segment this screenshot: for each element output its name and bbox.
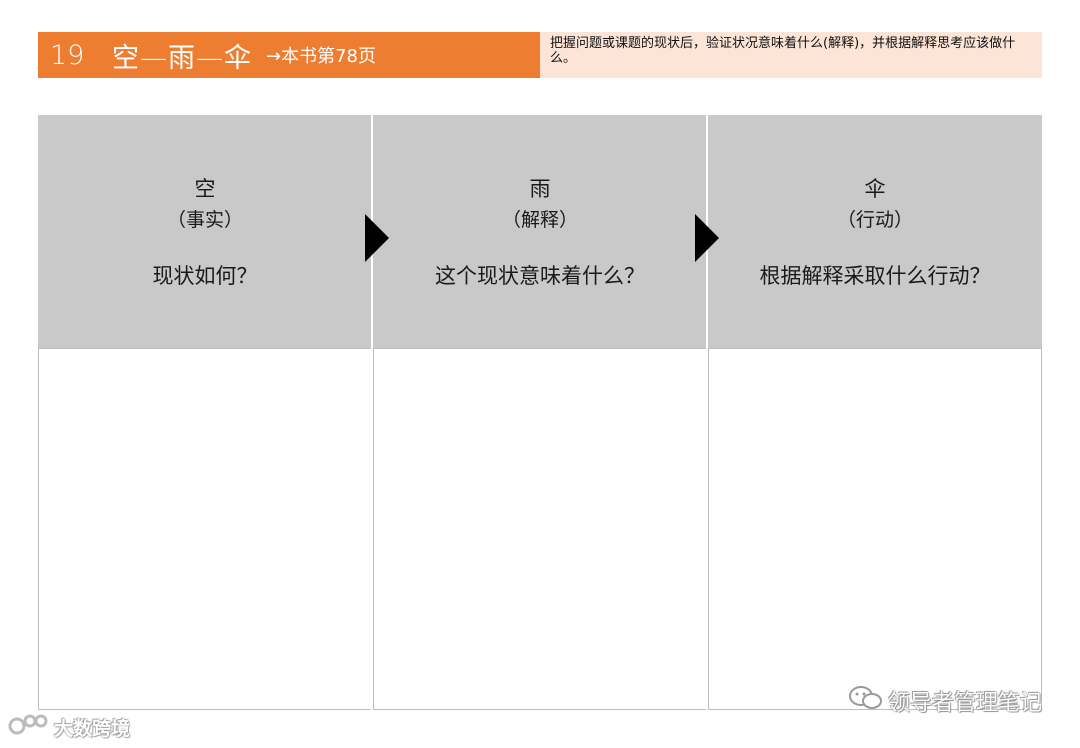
header-title-block: 19 空—雨—伞 →本书第78页 <box>38 32 540 78</box>
column-rain: 雨 （解释） 这个现状意味着什么？ <box>373 115 707 710</box>
column-umbrella-header: 伞 （行动） 根据解释采取什么行动？ <box>708 115 1042 348</box>
column-divider <box>371 115 373 710</box>
logo-icon <box>8 712 50 743</box>
column-umbrella-input-area[interactable] <box>708 348 1042 710</box>
column-rain-header: 雨 （解释） 这个现状意味着什么？ <box>373 115 707 348</box>
column-sky-subtitle: （事实） <box>166 209 243 231</box>
column-sky: 空 （事实） 现状如何？ <box>38 115 372 710</box>
header-description: 把握问题或课题的现状后，验证状况意味着什么(解释)，并根据解释思考应该做什么。 <box>540 32 1042 78</box>
column-sky-question: 现状如何？ <box>152 264 258 288</box>
arrow-right-icon <box>695 214 719 262</box>
column-rain-subtitle: （解释） <box>501 209 578 231</box>
wechat-icon <box>848 684 884 718</box>
column-rain-char: 雨 <box>529 177 551 201</box>
column-sky-char: 空 <box>194 177 216 201</box>
watermark-right-text: 领导者管理笔记 <box>887 691 1042 716</box>
column-divider <box>706 115 708 710</box>
column-sky-input-area[interactable] <box>38 348 372 710</box>
column-umbrella: 伞 （行动） 根据解释采取什么行动？ <box>708 115 1042 710</box>
column-rain-question: 这个现状意味着什么？ <box>435 264 645 288</box>
column-umbrella-question: 根据解释采取什么行动？ <box>759 264 991 288</box>
framework-grid: 空 （事实） 现状如何？ 雨 （解释） 这个现状意味着什么？ 伞 （行动） 根据… <box>38 115 1042 710</box>
page-reference: →本书第78页 <box>266 46 376 67</box>
section-number: 19 <box>50 39 85 71</box>
watermark-right: 领导者管理笔记 <box>848 684 1042 718</box>
arrow-right-icon <box>365 214 389 262</box>
column-umbrella-subtitle: （行动） <box>836 209 913 231</box>
watermark-left-text: 大数跨境 <box>54 718 131 740</box>
column-rain-input-area[interactable] <box>373 348 707 710</box>
column-sky-header: 空 （事实） 现状如何？ <box>38 115 372 348</box>
page-title: 空—雨—伞 <box>112 42 252 74</box>
header-bar: 19 空—雨—伞 →本书第78页 把握问题或课题的现状后，验证状况意味着什么(解… <box>38 32 1042 78</box>
column-umbrella-char: 伞 <box>864 177 886 201</box>
watermark-left: 大数跨境 <box>8 712 130 743</box>
